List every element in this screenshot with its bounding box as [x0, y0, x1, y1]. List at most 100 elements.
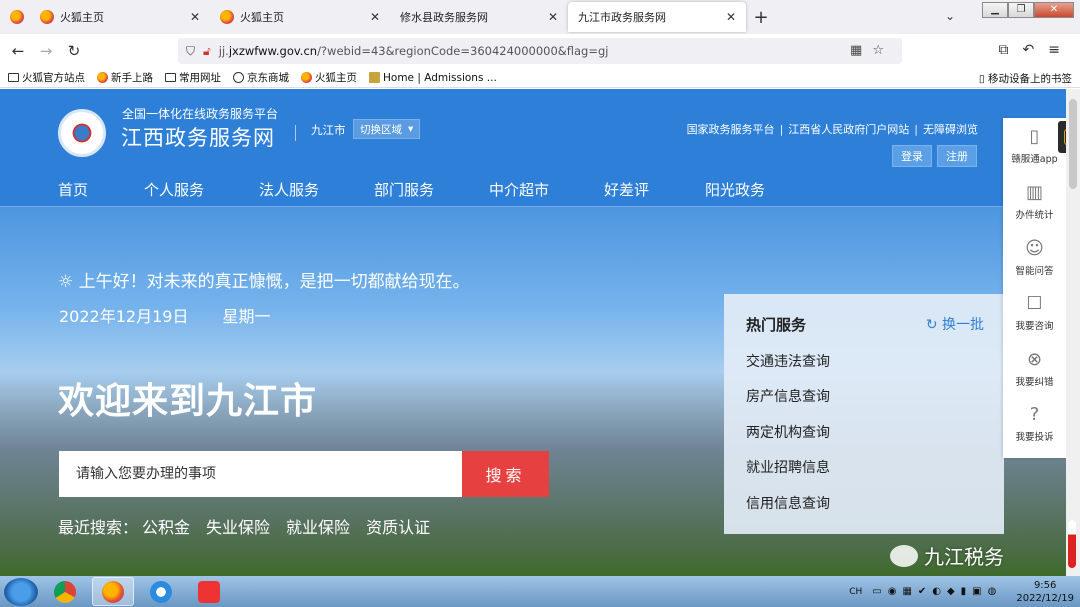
tab-pinned[interactable] [0, 0, 30, 34]
link-national-platform[interactable]: 国家政务服务平台 [687, 123, 775, 136]
tab-label: 修水县政务服务网 [400, 11, 488, 24]
tab-label: 火狐主页 [60, 11, 104, 24]
nav-corporate[interactable]: 法人服务 [259, 179, 374, 200]
forward-arrow-icon[interactable]: → [32, 37, 60, 65]
float-item-app[interactable]: ▯ 赣服通app [1003, 126, 1066, 165]
taskbar-firefox[interactable] [92, 577, 134, 606]
qr-code-icon[interactable]: ▦ [850, 43, 872, 58]
reload-icon[interactable]: ↻ [60, 37, 88, 65]
divider: | [914, 123, 918, 136]
insecure-lock-icon[interactable]: 🔓︎ [203, 44, 211, 59]
tab-close-icon[interactable]: ✕ [190, 10, 200, 24]
url-bar[interactable]: ⛉ 🔓︎ jj.jxzwfww.gov.cn/?webid=43&regionC… [178, 38, 902, 64]
recent-search-item[interactable]: 资质认证 [366, 518, 430, 537]
vertical-scrollbar[interactable] [1066, 89, 1080, 576]
float-item-label: 我要咨询 [1015, 321, 1054, 332]
bookmark-item[interactable]: 火狐主页 [301, 70, 357, 85]
tab-list-chevron-icon[interactable]: ⌄ [945, 9, 955, 23]
bookmark-item[interactable]: 新手上路 [97, 70, 153, 85]
mobile-bookmarks[interactable]: ▯ 移动设备上的书签 [979, 71, 1072, 86]
crop-icon[interactable]: ⧉ [999, 42, 1023, 58]
float-item-stats[interactable]: ▥ 办件统计 [1003, 182, 1066, 221]
clock-date: 2022/12/19 [1016, 592, 1074, 604]
taskbar-chrome[interactable] [44, 577, 86, 606]
link-accessibility[interactable]: 无障碍浏览 [923, 123, 978, 136]
start-button[interactable] [4, 577, 38, 606]
tab-close-icon[interactable]: ✕ [370, 10, 380, 24]
switch-region-button[interactable]: 切换区域 ▾ [353, 119, 421, 139]
tab-firefox-home-1[interactable]: 火狐主页 ✕ [30, 0, 210, 34]
hot-service-item[interactable]: 信用信息查询 [746, 493, 830, 513]
chat-icon: ☐ [1026, 293, 1043, 314]
nav-department[interactable]: 部门服务 [374, 179, 489, 200]
minimize-button[interactable]: ▁ [982, 2, 1008, 18]
bookmark-star-icon[interactable]: ☆ [872, 43, 894, 58]
bookmark-item[interactable]: 常用网址 [165, 70, 221, 85]
nav-sunshine-gov[interactable]: 阳光政务 [705, 179, 795, 200]
scrollbar-thumb[interactable] [1069, 99, 1077, 189]
float-item-qa[interactable]: ☺ 智能问答 [1003, 238, 1066, 277]
bookmark-label: 火狐主页 [315, 72, 357, 84]
url-text[interactable]: jj.jxzwfww.gov.cn/?webid=43&regionCode=3… [219, 44, 609, 58]
tray-icons[interactable]: ▭◉▦✔◐◆▮▣◍ [872, 586, 1002, 597]
bookmark-item[interactable]: Home | Admissions ... [369, 72, 497, 84]
float-item-correct[interactable]: ⊗ 我要纠错 [1003, 349, 1066, 388]
close-window-button[interactable]: ✕ [1034, 2, 1074, 18]
hot-service-item[interactable]: 交通违法查询 [746, 351, 830, 371]
hot-services-title: 热门服务 [746, 316, 807, 334]
refresh-label: 换一批 [942, 317, 984, 333]
register-button[interactable]: 注册 [937, 145, 977, 167]
tab-close-icon[interactable]: ✕ [548, 10, 558, 24]
shield-icon[interactable]: ⛉ [186, 44, 195, 59]
nav-home[interactable]: 首页 [58, 179, 144, 200]
greeting: ☼ 上午好！对未来的真正慷慨，是把一切都献给现在。 [58, 267, 470, 292]
watermark-text: 九江税务 [924, 545, 1004, 569]
window-controls: ▁ ❐ ✕ [982, 2, 1074, 18]
nav-agency-market[interactable]: 中介超市 [489, 179, 604, 200]
new-tab-button[interactable]: + [746, 0, 776, 34]
refresh-button[interactable]: ↻ 换一批 [926, 314, 984, 334]
date-line: 2022年12月19日 星期一 [59, 303, 270, 327]
float-item-label: 智能问答 [1015, 266, 1054, 277]
float-item-complain[interactable]: ? 我要投诉 [1003, 404, 1066, 443]
search-box[interactable] [59, 451, 462, 497]
hot-service-item[interactable]: 就业招聘信息 [746, 457, 830, 477]
bookmark-label: 火狐官方站点 [22, 72, 85, 84]
top-links: 国家政务服务平台 | 江西省人民政府门户网站 | 无障碍浏览 [687, 121, 978, 137]
menu-icon[interactable]: ≡ [1048, 42, 1074, 58]
float-item-consult[interactable]: ☐ 我要咨询 [1003, 293, 1066, 332]
float-item-label: 办件统计 [1015, 210, 1054, 221]
tab-firefox-home-2[interactable]: 火狐主页 ✕ [210, 0, 390, 34]
taskbar-ie[interactable] [140, 577, 182, 606]
caret-down-icon: ▾ [408, 123, 414, 135]
clock[interactable]: 9:56 2022/12/19 [1016, 579, 1074, 605]
search-input[interactable] [76, 466, 446, 482]
nav-rating[interactable]: 好差评 [604, 179, 705, 200]
undo-icon[interactable]: ↶ [1023, 42, 1049, 58]
hot-service-item[interactable]: 两定机构查询 [746, 422, 830, 442]
bookmark-item[interactable]: 京东商城 [233, 70, 289, 85]
bookmark-item[interactable]: 火狐官方站点 [8, 70, 85, 85]
restore-button[interactable]: ❐ [1008, 2, 1034, 18]
recent-search-item[interactable]: 公积金 [142, 518, 190, 537]
tab-strip: 火狐主页 ✕ 火狐主页 ✕ 修水县政务服务网 ✕ 九江市政务服务网 ✕ + ⌄ ▁ ❐ ✕ [0, 0, 1080, 34]
search-button[interactable]: 搜索 [462, 451, 549, 497]
hot-service-item[interactable]: 房产信息查询 [746, 386, 830, 406]
tab-xiushui[interactable]: 修水县政务服务网 ✕ [390, 0, 568, 34]
recent-search-item[interactable]: 失业保险 [206, 518, 270, 537]
tab-jiujiang[interactable]: 九江市政务服务网 ✕ [568, 2, 746, 32]
site-emblem-logo[interactable] [58, 109, 106, 157]
input-language[interactable]: CH [849, 587, 862, 597]
site-title[interactable]: 江西政务服务网 [121, 122, 275, 152]
recent-search-item[interactable]: 就业保险 [286, 518, 350, 537]
tab-close-icon[interactable]: ✕ [726, 10, 736, 24]
internet-explorer-icon [150, 580, 172, 603]
current-date: 2022年12月19日 [59, 307, 189, 326]
nav-personal[interactable]: 个人服务 [144, 179, 259, 200]
login-button[interactable]: 登录 [892, 145, 932, 167]
firefox-icon [220, 10, 234, 24]
link-province-portal[interactable]: 江西省人民政府门户网站 [788, 123, 909, 136]
back-arrow-icon[interactable]: ← [4, 37, 32, 65]
firefox-icon [97, 72, 108, 83]
taskbar-wps[interactable] [188, 577, 230, 606]
